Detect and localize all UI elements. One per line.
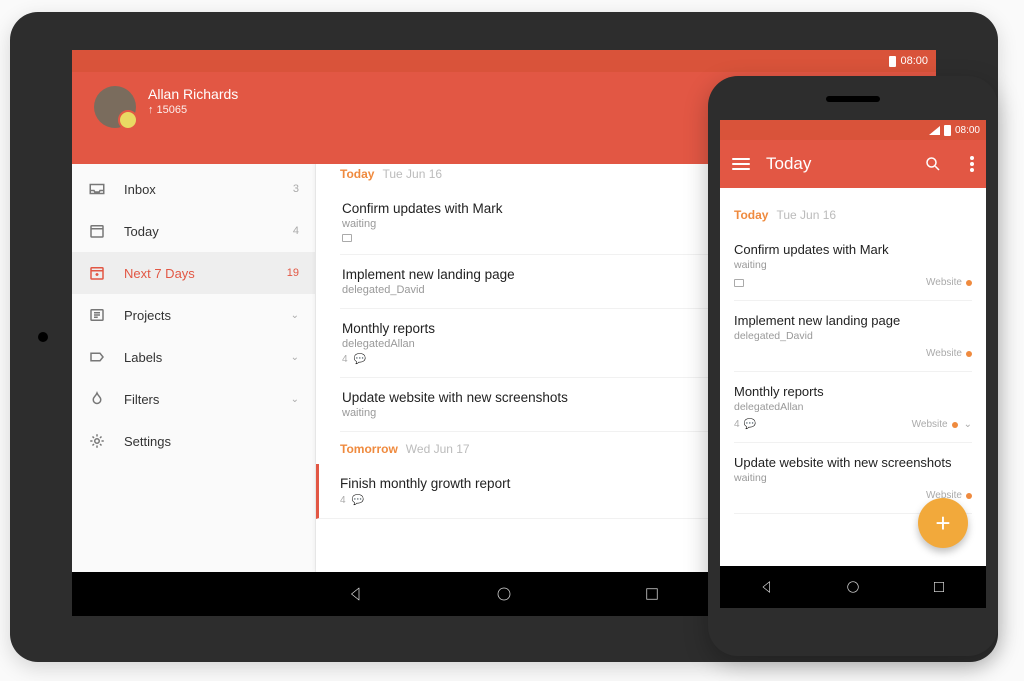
user-karma: ↑ 15065 [148, 104, 238, 116]
sidebar-item-label: Today [124, 224, 159, 239]
task-row[interactable]: Implement new landing page delegated_Dav… [734, 301, 972, 372]
mail-icon [342, 234, 352, 242]
android-navbar [720, 566, 986, 608]
sidebar-item-label: Labels [124, 350, 162, 365]
comment-icon: 💬 [744, 419, 756, 430]
task-subtitle: delegated_David [734, 330, 972, 342]
section-day: Today [340, 167, 374, 181]
sidebar-item-projects[interactable]: Projects ⌄ [72, 294, 315, 336]
battery-icon [889, 56, 896, 67]
phone-screen: 08:00 Today Today Tue Jun 16 Confirm upd… [720, 120, 986, 608]
mail-icon [734, 279, 744, 287]
sidebar-item-label: Filters [124, 392, 159, 407]
section-header-today: Today Tue Jun 16 [734, 208, 972, 222]
sidebar-item-count: 3 [293, 183, 299, 195]
user-block: Allan Richards ↑ 15065 [148, 86, 238, 116]
gear-icon [88, 432, 106, 450]
sidebar-item-settings[interactable]: Settings [72, 420, 315, 462]
project-dot-icon [952, 422, 958, 428]
chevron-down-icon[interactable]: ⌄ [964, 419, 972, 430]
project-dot-icon [966, 280, 972, 286]
project-dot-icon [966, 493, 972, 499]
phone-device: 08:00 Today Today Tue Jun 16 Confirm upd… [708, 76, 998, 656]
task-tag: Website [912, 419, 958, 430]
task-tag: Website [926, 348, 972, 359]
comment-icon: 💬 [352, 495, 364, 506]
comment-count: 4 [342, 354, 348, 365]
sidebar-item-count: 19 [287, 267, 299, 279]
recent-icon[interactable] [643, 585, 661, 603]
status-time: 08:00 [900, 55, 928, 67]
sidebar-item-labels[interactable]: Labels ⌄ [72, 336, 315, 378]
filters-icon [88, 390, 106, 408]
sidebar: Inbox 3 Today 4 Next 7 Days 19 [72, 164, 316, 572]
project-dot-icon [966, 351, 972, 357]
recent-icon[interactable] [931, 579, 947, 595]
phone-header: Today [720, 140, 986, 188]
section-date: Tue Jun 16 [382, 167, 442, 181]
avatar[interactable] [94, 86, 136, 128]
search-icon[interactable] [924, 155, 942, 173]
back-icon[interactable] [759, 579, 775, 595]
inbox-icon [88, 180, 106, 198]
signal-icon [929, 126, 940, 135]
task-title: Monthly reports [734, 384, 972, 399]
back-icon[interactable] [347, 585, 365, 603]
comment-count: 4 [340, 495, 346, 506]
battery-icon [944, 125, 951, 136]
section-date: Wed Jun 17 [406, 442, 470, 456]
projects-icon [88, 306, 106, 324]
sidebar-item-next7[interactable]: Next 7 Days 19 [72, 252, 315, 294]
user-name: Allan Richards [148, 86, 238, 102]
comment-count: 4 [734, 419, 740, 430]
sidebar-item-label: Next 7 Days [124, 266, 195, 281]
status-bar: 08:00 [72, 50, 936, 72]
sidebar-item-filters[interactable]: Filters ⌄ [72, 378, 315, 420]
section-date: Tue Jun 16 [776, 208, 836, 222]
status-time: 08:00 [955, 125, 980, 136]
home-icon[interactable] [495, 585, 513, 603]
more-icon[interactable] [970, 156, 974, 172]
chevron-down-icon: ⌄ [291, 310, 299, 321]
add-task-button[interactable]: + [918, 498, 968, 548]
menu-icon[interactable] [732, 158, 750, 170]
phone-title: Today [766, 154, 811, 174]
task-title: Confirm updates with Mark [734, 242, 972, 257]
task-title: Update website with new screenshots [734, 455, 972, 470]
section-day: Tomorrow [340, 442, 398, 456]
sidebar-item-label: Inbox [124, 182, 156, 197]
task-title: Implement new landing page [734, 313, 972, 328]
today-icon [88, 222, 106, 240]
task-subtitle: waiting [734, 472, 972, 484]
comment-icon: 💬 [354, 354, 366, 365]
task-row[interactable]: Confirm updates with Mark waiting Websit… [734, 230, 972, 301]
labels-icon [88, 348, 106, 366]
section-day: Today [734, 208, 768, 222]
next7-icon [88, 264, 106, 282]
home-icon[interactable] [845, 579, 861, 595]
sidebar-item-count: 4 [293, 225, 299, 237]
sidebar-item-label: Settings [124, 434, 171, 449]
phone-task-list: Today Tue Jun 16 Confirm updates with Ma… [720, 188, 986, 566]
task-row[interactable]: Monthly reports delegatedAllan 4 💬 Websi… [734, 372, 972, 443]
sidebar-item-today[interactable]: Today 4 [72, 210, 315, 252]
phone-status-bar: 08:00 [720, 120, 986, 140]
chevron-down-icon: ⌄ [291, 352, 299, 363]
sidebar-item-inbox[interactable]: Inbox 3 [72, 168, 315, 210]
task-tag: Website [926, 277, 972, 288]
chevron-down-icon: ⌄ [291, 394, 299, 405]
sidebar-item-label: Projects [124, 308, 171, 323]
task-subtitle: delegatedAllan [734, 401, 972, 413]
task-subtitle: waiting [734, 259, 972, 271]
